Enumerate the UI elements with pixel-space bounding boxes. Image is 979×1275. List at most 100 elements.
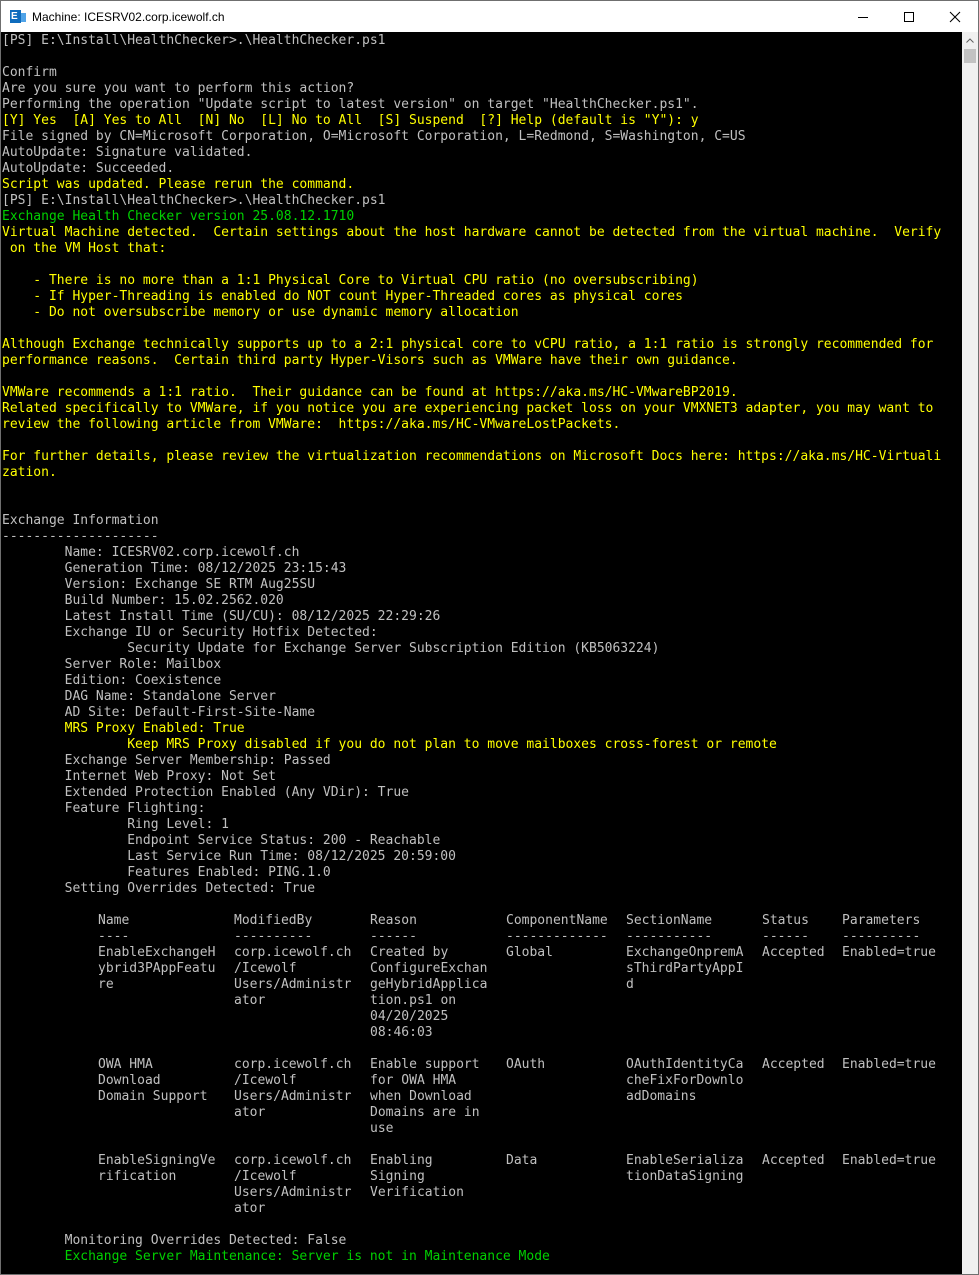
console-line: Exchange Server Maintenance: Server is n… xyxy=(2,1249,550,1264)
minimize-button[interactable] xyxy=(840,1,886,32)
maximize-button[interactable] xyxy=(886,1,932,32)
table-cell: Download xyxy=(98,1073,161,1088)
console-line: [Y] Yes [A] Yes to All [N] No [L] No to … xyxy=(2,113,699,128)
console-line: Endpoint Service Status: 200 - Reachable xyxy=(2,833,441,848)
console-line: performance reasons. Certain third party… xyxy=(2,353,738,368)
console-line: -------------------- xyxy=(2,529,159,544)
console-line: Exchange Information xyxy=(2,513,159,528)
console-line: AD Site: Default-First-Site-Name xyxy=(2,705,316,720)
table-header-underline: ------ xyxy=(370,929,417,944)
table-cell: sThirdPartyAppI xyxy=(626,961,744,976)
table-cell: 04/20/2025 xyxy=(370,1009,449,1024)
table-cell: Signing xyxy=(370,1169,425,1184)
console-line: on the VM Host that: xyxy=(2,241,167,256)
table-cell: when Download xyxy=(370,1089,472,1104)
maximize-icon xyxy=(904,11,914,22)
table-header-underline: ---------- xyxy=(842,929,921,944)
console-line: DAG Name: Standalone Server xyxy=(2,689,276,704)
console-line: Internet Web Proxy: Not Set xyxy=(2,769,276,784)
title-bar[interactable]: E Machine: ICESRV02.corp.icewolf.ch xyxy=(1,1,978,32)
table-cell: Users/Administr xyxy=(234,977,352,992)
table-cell: Accepted xyxy=(762,1153,825,1168)
table-header-underline: ---- xyxy=(98,929,130,944)
console-line: Ring Level: 1 xyxy=(2,817,229,832)
table-header-cell: Reason xyxy=(370,913,417,928)
table-cell: corp.icewolf.ch xyxy=(234,1153,352,1168)
console-output[interactable]: [PS] E:\Install\HealthChecker>.\HealthCh… xyxy=(1,32,962,1274)
table-cell: EnableExchangeH xyxy=(98,945,216,960)
console-line: Build Number: 15.02.2562.020 xyxy=(2,593,284,608)
console-line: Exchange Health Checker version 25.08.12… xyxy=(2,209,355,224)
chevron-up-icon xyxy=(966,38,974,43)
console-line: Although Exchange technically supports u… xyxy=(2,337,934,352)
console-line: - There is no more than a 1:1 Physical C… xyxy=(2,273,699,288)
console-line: review the following article from VMWare… xyxy=(2,417,621,432)
table-cell: tionDataSigning xyxy=(626,1169,744,1184)
table-cell: OAuthIdentityCa xyxy=(626,1057,744,1072)
console-line: Related specifically to VMWare, if you n… xyxy=(2,401,934,416)
table-cell: Accepted xyxy=(762,1057,825,1072)
close-icon xyxy=(949,11,961,22)
table-cell: Verification xyxy=(370,1185,464,1200)
console-line: zation. xyxy=(2,465,57,480)
minimize-icon xyxy=(858,16,868,18)
table-header-cell: SectionName xyxy=(626,913,713,928)
table-header-underline: ------------- xyxy=(506,929,608,944)
console-line: - If Hyper-Threading is enabled do NOT c… xyxy=(2,289,683,304)
console-line: For further details, please review the v… xyxy=(2,449,942,464)
close-button[interactable] xyxy=(932,1,978,32)
table-header-cell: ComponentName xyxy=(506,913,608,928)
console-line: Edition: Coexistence xyxy=(2,673,222,688)
table-cell: Domains are in xyxy=(370,1105,480,1120)
console-line: Are you sure you want to perform this ac… xyxy=(2,81,355,96)
table-cell: EnableSigningVe xyxy=(98,1153,216,1168)
scrollbar-thumb[interactable] xyxy=(964,49,976,63)
table-cell: for OWA HMA xyxy=(370,1073,457,1088)
table-cell: Enable support xyxy=(370,1057,480,1072)
console-line: Monitoring Overrides Detected: False xyxy=(2,1233,347,1248)
table-cell: ator xyxy=(234,993,266,1008)
table-header-cell: Name xyxy=(98,913,130,928)
table-cell: re xyxy=(98,977,114,992)
table-cell: corp.icewolf.ch xyxy=(234,1057,352,1072)
table-cell: 08:46:03 xyxy=(370,1025,433,1040)
table-cell: Users/Administr xyxy=(234,1089,352,1104)
console-line: Virtual Machine detected. Certain settin… xyxy=(2,225,942,240)
console-line: Feature Flighting: xyxy=(2,801,206,816)
vertical-scrollbar[interactable] xyxy=(962,32,978,1274)
table-cell: Enabled=true xyxy=(842,945,936,960)
table-header-underline: ---------- xyxy=(234,929,313,944)
table-cell: Users/Administr xyxy=(234,1185,352,1200)
table-header-cell: ModifiedBy xyxy=(234,913,313,928)
window-title: Machine: ICESRV02.corp.icewolf.ch xyxy=(32,9,225,24)
table-cell: /Icewolf xyxy=(234,1073,297,1088)
console-line: VMWare recommends a 1:1 ratio. Their gui… xyxy=(2,385,738,400)
scroll-up-button[interactable] xyxy=(962,32,978,49)
table-cell: Data xyxy=(506,1153,538,1168)
console-line: Setting Overrides Detected: True xyxy=(2,881,316,896)
console-line: Latest Install Time (SU/CU): 08/12/2025 … xyxy=(2,609,441,624)
table-cell: ConfigureExchan xyxy=(370,961,488,976)
table-cell: adDomains xyxy=(626,1089,697,1104)
table-header-underline: ----------- xyxy=(626,929,713,944)
table-cell: OAuth xyxy=(506,1057,546,1072)
table-cell: Domain Support xyxy=(98,1089,208,1104)
console-line: Keep MRS Proxy disabled if you do not pl… xyxy=(2,737,777,752)
table-cell: Global xyxy=(506,945,553,960)
console-line: [PS] E:\Install\HealthChecker>.\HealthCh… xyxy=(2,193,386,208)
table-cell: ExchangeOnpremA xyxy=(626,945,744,960)
console-line: Confirm xyxy=(2,65,57,80)
table-cell: EnableSerializa xyxy=(626,1153,744,1168)
console-line: Name: ICESRV02.corp.icewolf.ch xyxy=(2,545,300,560)
console-line: Generation Time: 08/12/2025 23:15:43 xyxy=(2,561,347,576)
table-cell: ator xyxy=(234,1201,266,1216)
exchange-shell-icon: E xyxy=(10,9,26,25)
table-cell: rification xyxy=(98,1169,177,1184)
table-cell: d xyxy=(626,977,634,992)
table-cell: use xyxy=(370,1121,394,1136)
table-cell: tion.ps1 on xyxy=(370,993,457,1008)
console-line: Last Service Run Time: 08/12/2025 20:59:… xyxy=(2,849,456,864)
table-cell: ybrid3PAppFeatu xyxy=(98,961,216,976)
table-cell: OWA HMA xyxy=(98,1057,153,1072)
table-cell: Enabled=true xyxy=(842,1057,936,1072)
